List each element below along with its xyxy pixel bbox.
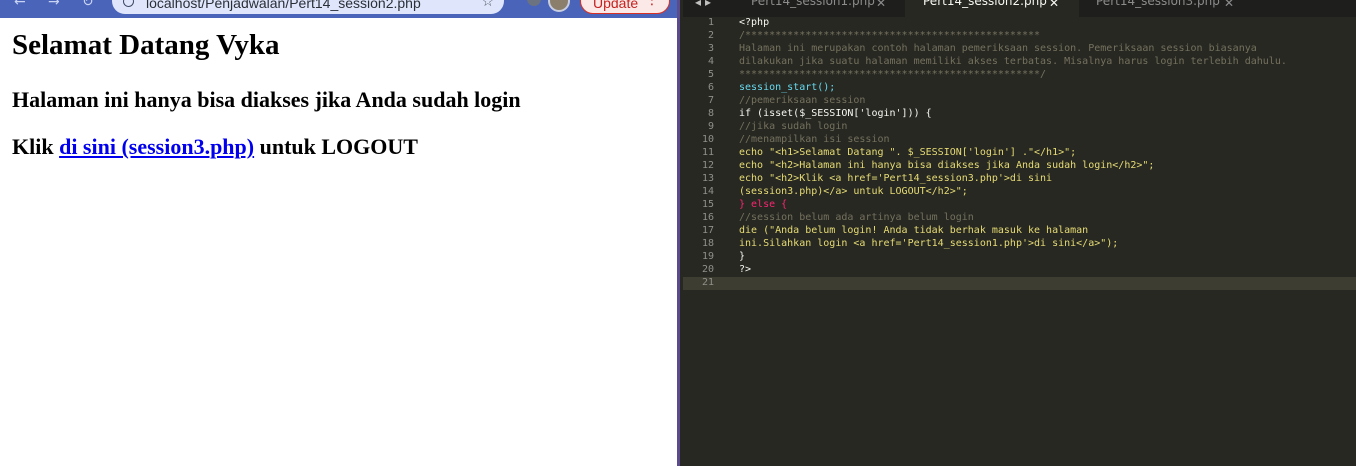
back-icon[interactable]: ←	[14, 0, 26, 10]
logout-line: Klik di sini (session3.php) untuk LOGOUT	[12, 134, 521, 160]
code-line: ****************************************…	[739, 69, 1047, 80]
logout-suffix: untuk LOGOUT	[259, 134, 418, 159]
code-line: (session3.php)</a> untuk LOGOUT</h2>";	[739, 186, 968, 197]
code-line: /***************************************…	[739, 30, 1041, 41]
code-line: dilakukan jika suatu halaman memiliki ak…	[739, 56, 1287, 67]
close-icon[interactable]: ✕	[876, 0, 886, 10]
page-subheading: Halaman ini hanya bisa diakses jika Anda…	[12, 87, 521, 112]
url-text[interactable]: localhost/Penjadwalan/Pert14_session2.ph…	[146, 0, 421, 11]
tab-nav-arrows-icon[interactable]: ◂▸	[695, 0, 715, 9]
code-line: <?php	[739, 17, 770, 28]
page-heading: Selamat Datang Vyka	[12, 29, 280, 61]
line-number: 5	[707, 69, 714, 80]
code-line: echo "<h2>Klik <a href='Pert14_session3.…	[739, 173, 1053, 184]
line-number: 7	[707, 95, 714, 106]
browser-window: ← → ↻ localhost/Penjadwalan/Pert14_sessi…	[0, 0, 680, 466]
info-icon[interactable]	[123, 0, 134, 7]
code-line: ini.Silahkan login <a href='Pert14_sessi…	[739, 238, 1119, 249]
code-line: //pemeriksaan session	[739, 95, 866, 106]
line-number: 20	[701, 264, 714, 275]
page-content: Selamat Datang Vyka Halaman ini hanya bi…	[12, 22, 521, 160]
tab-label: Pert14_session3.php	[1096, 0, 1220, 8]
line-number: 13	[701, 173, 714, 184]
line-number: 9	[707, 121, 714, 132]
line-number: 16	[701, 212, 714, 223]
code-line: }	[739, 251, 746, 262]
tab-label: Pert14_session1.php	[751, 0, 875, 8]
bookmark-star-icon[interactable]: ☆	[481, 0, 494, 10]
profile-avatar[interactable]	[548, 0, 570, 12]
code-line: } else {	[739, 199, 788, 210]
code-editor: ◂▸ Pert14_session1.php ✕ Pert14_session2…	[683, 0, 1356, 466]
line-number: 2	[707, 30, 714, 41]
code-line: session_start();	[739, 82, 836, 93]
line-number: 15	[701, 199, 714, 210]
code-line: Halaman ini merupakan contoh halaman pem…	[739, 43, 1257, 54]
extension-icon[interactable]	[527, 0, 541, 6]
code-line: echo "<h1>Selamat Datang ". $_SESSION['l…	[739, 147, 1077, 158]
browser-toolbar: ← → ↻ localhost/Penjadwalan/Pert14_sessi…	[0, 0, 677, 18]
code-line: //session belum ada artinya belum login	[739, 212, 974, 223]
code-line: ?>	[739, 264, 752, 275]
update-button[interactable]: Update ⋮	[580, 0, 670, 14]
close-icon[interactable]: ✕	[1224, 0, 1234, 10]
line-number: 17	[701, 225, 714, 236]
address-bar[interactable]: localhost/Penjadwalan/Pert14_session2.ph…	[112, 0, 504, 14]
editor-tab-bar: ◂▸ Pert14_session1.php ✕ Pert14_session2…	[683, 0, 1356, 17]
update-label: Update	[593, 0, 639, 11]
kebab-menu-icon[interactable]: ⋮	[645, 0, 659, 8]
close-icon[interactable]: ✕	[1049, 0, 1059, 10]
line-number: 21	[701, 277, 714, 288]
line-number: 11	[701, 147, 714, 158]
tab-session1[interactable]: Pert14_session1.php ✕	[743, 0, 893, 17]
line-number: 1	[707, 17, 714, 28]
current-line-highlight	[733, 277, 1356, 290]
line-number: 3	[707, 43, 714, 54]
line-number: 6	[707, 82, 714, 93]
line-number: 19	[701, 251, 714, 262]
logout-prefix: Klik	[12, 134, 54, 159]
line-number: 10	[701, 134, 714, 145]
reload-icon[interactable]: ↻	[82, 0, 94, 10]
line-number: 18	[701, 238, 714, 249]
tab-session2[interactable]: Pert14_session2.php ✕	[905, 0, 1079, 17]
code-line: //jika sudah login	[739, 121, 848, 132]
code-line: if (isset($_SESSION['login'])) {	[739, 108, 932, 119]
forward-icon[interactable]: →	[48, 0, 60, 10]
line-number-gutter: 1 2 3 4 5 6 7 8 9 10 11 12 13 14 15 16 1…	[683, 17, 1287, 466]
line-number: 14	[701, 186, 714, 197]
code-line: echo "<h2>Halaman ini hanya bisa diakses…	[739, 160, 1155, 171]
tab-session3[interactable]: Pert14_session3.php ✕	[1083, 0, 1243, 17]
line-number: 4	[707, 56, 714, 67]
line-number: 12	[701, 160, 714, 171]
logout-link[interactable]: di sini (session3.php)	[59, 134, 254, 159]
line-number: 8	[707, 108, 714, 119]
code-line: //menampilkan isi session	[739, 134, 890, 145]
tab-label: Pert14_session2.php	[923, 0, 1047, 8]
code-line: die ("Anda belum login! Anda tidak berha…	[739, 225, 1089, 236]
